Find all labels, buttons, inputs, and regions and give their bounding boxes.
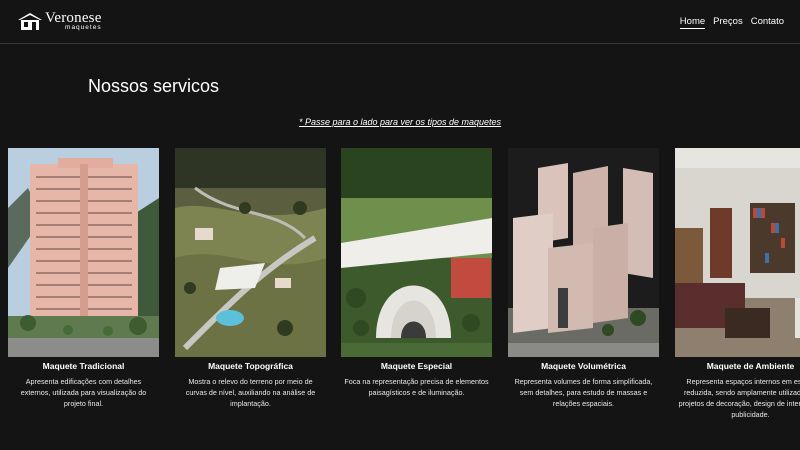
nav-contato-link[interactable]: Contato (751, 16, 784, 29)
service-image-especial (341, 148, 492, 357)
service-image-tradicional (8, 148, 159, 357)
volumetric-model-image (508, 148, 659, 357)
scroll-hint: * Passe para o lado para ver os tipos de… (0, 117, 800, 127)
service-title-tradicional: Maquete Tradicional (42, 361, 125, 371)
nav-precos-link[interactable]: Preços (713, 16, 743, 29)
service-image-topografica (175, 148, 326, 357)
service-title-especial: Maquete Especial (380, 361, 453, 371)
main-nav: Home Preços Contato (679, 16, 784, 29)
special-model-image (341, 148, 492, 357)
service-card-ambiente[interactable]: Maquete de Ambiente Representa espaços i… (675, 148, 800, 420)
service-description-volumetrica: Representa volumes de forma simplificada… (514, 377, 653, 408)
service-title-ambiente: Maquete de Ambiente (706, 361, 795, 371)
service-card-especial[interactable]: Maquete Especial Foca na representação p… (341, 148, 492, 398)
service-image-ambiente (675, 148, 800, 357)
topographic-model-image (175, 148, 326, 357)
site-header: Veronese maquetes Home Preços Contato (0, 0, 800, 44)
service-description-topografica: Mostra o relevo do terreno por meio de c… (185, 377, 316, 408)
service-title-topografica: Maquete Topográfica (208, 361, 293, 371)
interior-model-image (675, 148, 800, 357)
service-card-topografica[interactable]: Maquete Topográfica Mostra o relevo do t… (175, 148, 326, 409)
service-description-ambiente: Representa espaços internos em escala re… (678, 377, 800, 419)
service-description-especial: Foca na representação precisa de element… (344, 377, 489, 397)
house-logo-icon (18, 13, 42, 30)
tower-model-image (8, 148, 159, 357)
service-title-volumetrica: Maquete Volumétrica (541, 361, 626, 371)
service-card-volumetrica[interactable]: Maquete Volumétrica Representa volumes d… (508, 148, 659, 409)
service-image-volumetrica (508, 148, 659, 357)
service-description-tradicional: Apresenta edificações com detalhes exter… (20, 377, 147, 408)
service-card-tradicional[interactable]: Maquete Tradicional Apresenta edificaçõe… (8, 148, 159, 409)
nav-home-link[interactable]: Home (679, 16, 706, 29)
section-title: Nossos servicos (88, 76, 220, 96)
scroll-hint-text: * Passe para o lado para ver os tipos de… (298, 117, 502, 127)
logo[interactable]: Veronese maquetes (17, 11, 102, 32)
services-carousel[interactable]: Maquete Tradicional Apresenta edificaçõe… (8, 148, 800, 448)
